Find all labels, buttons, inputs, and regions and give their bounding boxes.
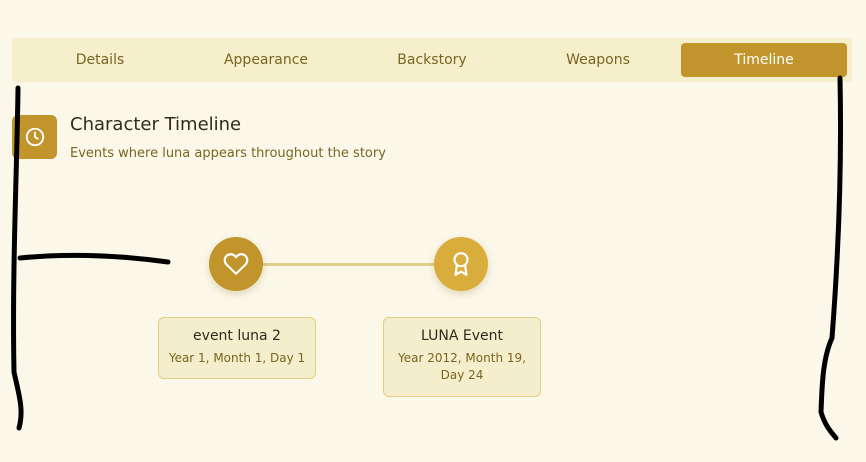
event-card[interactable]: LUNA Event Year 2012, Month 19, Day 24 bbox=[383, 317, 541, 397]
award-icon[interactable] bbox=[434, 237, 488, 291]
event-date: Year 1, Month 1, Day 1 bbox=[168, 351, 306, 365]
event-title: event luna 2 bbox=[193, 328, 281, 344]
page-subtitle: Events where luna appears throughout the… bbox=[70, 146, 386, 161]
event-date: Year 2012, Month 19, Day 24 bbox=[398, 351, 526, 382]
tab-weapons[interactable]: Weapons bbox=[515, 43, 681, 77]
tab-bar: Details Appearance Backstory Weapons Tim… bbox=[12, 38, 852, 82]
page-title: Character Timeline bbox=[70, 114, 242, 135]
clock-icon bbox=[12, 115, 57, 159]
tab-timeline[interactable]: Timeline bbox=[681, 43, 847, 77]
tab-details[interactable]: Details bbox=[17, 43, 183, 77]
timeline-connector bbox=[236, 263, 462, 266]
event-title: LUNA Event bbox=[421, 328, 503, 344]
event-card[interactable]: event luna 2 Year 1, Month 1, Day 1 bbox=[158, 317, 316, 379]
heart-icon[interactable] bbox=[209, 237, 263, 291]
tab-appearance[interactable]: Appearance bbox=[183, 43, 349, 77]
tab-backstory[interactable]: Backstory bbox=[349, 43, 515, 77]
